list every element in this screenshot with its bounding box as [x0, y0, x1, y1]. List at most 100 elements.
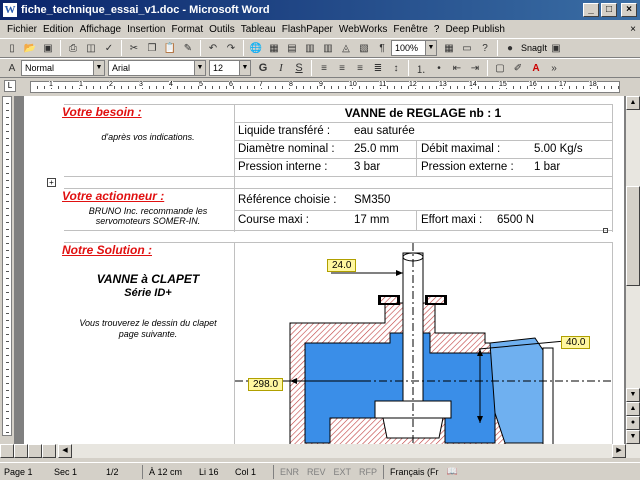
status-bar: Page 1 Sec 1 1/2 À 12 cm Li 16 Col 1 ENR… [0, 462, 640, 480]
underline-button[interactable]: S [290, 59, 308, 77]
highlight-icon[interactable]: ✐ [509, 59, 527, 77]
print-preview-icon[interactable]: ◫ [82, 39, 100, 57]
align-right-icon[interactable]: ≡ [351, 59, 369, 77]
maximize-button[interactable]: □ [601, 3, 617, 17]
tab-selector[interactable]: L [4, 80, 16, 92]
select-browse-object-icon[interactable]: ● [626, 416, 640, 430]
insert-excel-icon[interactable]: ▥ [301, 39, 319, 57]
columns-icon[interactable]: ▥ [319, 39, 337, 57]
line-spacing-icon[interactable]: ↕ [387, 59, 405, 77]
snagit-icon[interactable]: ● [501, 39, 519, 57]
menu-edition[interactable]: Edition [40, 24, 77, 35]
hyperlink-icon[interactable]: 🌐 [247, 39, 265, 57]
table-resize-handle[interactable] [603, 228, 608, 233]
style-select[interactable]: Normal ▼ [21, 60, 105, 76]
numbering-icon[interactable]: ⒈ [412, 59, 430, 77]
tables-icon[interactable]: ▦ [440, 39, 458, 57]
style-value: Normal [25, 63, 55, 73]
document-area[interactable]: Votre besoin : d'après vos indications. … [14, 96, 626, 454]
menu-webworks[interactable]: WebWorks [336, 24, 391, 35]
outline-view-icon[interactable] [42, 444, 56, 458]
ruler-scale[interactable]: 1 1 2 3 4 5 6 7 8 9 10 11 12 13 14 15 16 17 18 [30, 81, 620, 93]
standard-toolbar: ▯ 📂 ▣ ⎙ ◫ ✓ ✂ ❐ 📋 ✎ ↶ ↷ 🌐 ▦ ▤ ▥ ▥ ◬ ▧ ¶ … [0, 38, 640, 58]
styles-pane-icon[interactable]: A [3, 59, 21, 77]
scroll-right-icon[interactable]: ▶ [612, 444, 626, 458]
horizontal-scrollbar[interactable]: ◀ ▶ [0, 444, 640, 458]
help-icon[interactable]: ? [476, 39, 494, 57]
bullets-icon[interactable]: • [430, 59, 448, 77]
liquid-value: eau saturée [354, 125, 415, 137]
spelling-icon[interactable]: ✓ [100, 39, 118, 57]
menu-affichage[interactable]: Affichage [77, 24, 125, 35]
borders-icon[interactable]: ▢ [491, 59, 509, 77]
status-language[interactable]: Français (Fr [386, 467, 443, 477]
ruler-number: 9 [319, 81, 323, 88]
copy-icon[interactable]: ❐ [143, 39, 161, 57]
cut-icon[interactable]: ✂ [125, 39, 143, 57]
snagit-options-icon[interactable]: ▣ [547, 39, 565, 57]
justify-icon[interactable]: ≣ [369, 59, 387, 77]
normal-view-icon[interactable] [0, 444, 14, 458]
document-page[interactable]: Votre besoin : d'après vos indications. … [24, 96, 624, 454]
read-icon[interactable]: ▭ [458, 39, 476, 57]
menu-format[interactable]: Format [168, 24, 206, 35]
tables-borders-icon[interactable]: ▦ [265, 39, 283, 57]
close-document-icon[interactable]: × [630, 24, 636, 35]
status-ext[interactable]: EXT [330, 467, 356, 477]
paste-icon[interactable]: 📋 [161, 39, 179, 57]
status-rev[interactable]: REV [303, 467, 330, 477]
web-view-icon[interactable] [14, 444, 28, 458]
status-rfp[interactable]: RFP [355, 467, 381, 477]
font-select[interactable]: Arial ▼ [108, 60, 206, 76]
next-page-icon[interactable]: ▼ [626, 430, 640, 444]
font-size-select[interactable]: 12 ▼ [209, 60, 251, 76]
menu-fichier[interactable]: Fichier [4, 24, 40, 35]
pressure-external-label: Pression externe : [421, 161, 514, 173]
format-painter-icon[interactable]: ✎ [179, 39, 197, 57]
menu-flashpaper[interactable]: FlashPaper [279, 24, 336, 35]
scroll-up-icon[interactable]: ▲ [626, 96, 640, 110]
minimize-button[interactable]: _ [583, 3, 599, 17]
status-enr[interactable]: ENR [276, 467, 303, 477]
toolbar-separator [243, 40, 244, 56]
menu-tableau[interactable]: Tableau [238, 24, 279, 35]
scroll-thumb[interactable] [626, 186, 640, 286]
table-border [234, 210, 612, 211]
drawing-icon[interactable]: ◬ [337, 39, 355, 57]
vertical-scrollbar[interactable]: ▲ ▼ ▲ ● ▼ [626, 96, 640, 444]
show-hide-icon[interactable]: ¶ [373, 39, 391, 57]
redo-icon[interactable]: ↷ [222, 39, 240, 57]
spelling-status-icon[interactable]: 📖 [443, 466, 462, 477]
increase-indent-icon[interactable]: ⇥ [466, 59, 484, 77]
zoom-select[interactable]: 100% ▼ [391, 40, 437, 56]
menu-insertion[interactable]: Insertion [124, 24, 168, 35]
new-document-icon[interactable]: ▯ [3, 39, 21, 57]
print-layout-icon[interactable] [28, 444, 42, 458]
scroll-down-icon[interactable]: ▼ [626, 388, 640, 402]
document-map-icon[interactable]: ▧ [355, 39, 373, 57]
close-button[interactable]: × [621, 3, 637, 17]
font-color-icon[interactable]: A [527, 59, 545, 77]
open-folder-icon[interactable]: 📂 [21, 39, 39, 57]
word-icon[interactable]: W [3, 3, 17, 17]
previous-page-icon[interactable]: ▲ [626, 402, 640, 416]
toolbar-options-icon[interactable]: » [545, 59, 563, 77]
print-icon[interactable]: ⎙ [64, 39, 82, 57]
align-left-icon[interactable]: ≡ [315, 59, 333, 77]
italic-button[interactable]: I [272, 59, 290, 77]
undo-icon[interactable]: ↶ [204, 39, 222, 57]
save-icon[interactable]: ▣ [39, 39, 57, 57]
menu-deep-publish[interactable]: Deep Publish [442, 24, 507, 35]
snagit-button[interactable]: SnagIt [521, 43, 547, 53]
vertical-ruler-scale[interactable] [2, 96, 12, 436]
menu-fenetre[interactable]: Fenêtre [390, 24, 430, 35]
decrease-indent-icon[interactable]: ⇤ [448, 59, 466, 77]
insert-table-icon[interactable]: ▤ [283, 39, 301, 57]
menu-outils[interactable]: Outils [206, 24, 238, 35]
table-move-handle-icon[interactable]: + [47, 178, 56, 187]
menu-help[interactable]: ? [431, 24, 443, 35]
status-section: Sec 1 [54, 466, 78, 477]
bold-button[interactable]: G [254, 59, 272, 77]
align-center-icon[interactable]: ≡ [333, 59, 351, 77]
scroll-left-icon[interactable]: ◀ [58, 444, 72, 458]
